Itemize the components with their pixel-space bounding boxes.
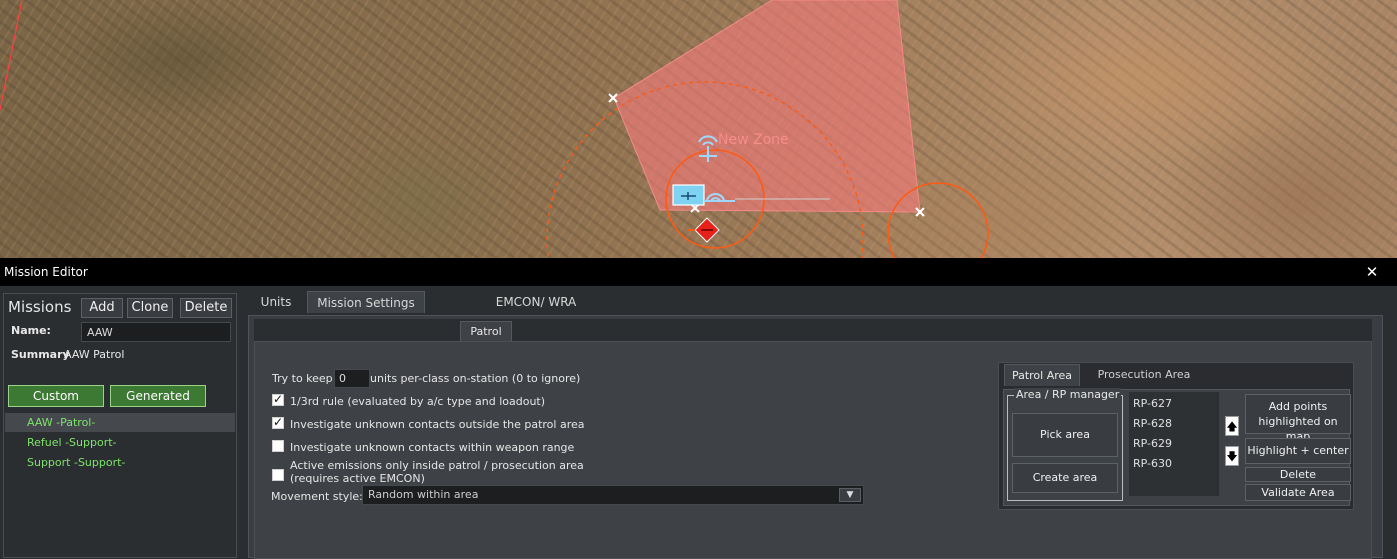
arrow-up-icon[interactable]: 🡅 [1225, 416, 1239, 436]
name-label: Name: [11, 324, 51, 337]
patrol-area-content: Area / RP manager Pick area Create area … [1003, 388, 1351, 506]
tab-emcon-wra[interactable]: EMCON/ WRA [487, 291, 585, 313]
mission-settings-panel: Patrol Try to keep units per-class on-st… [248, 315, 1383, 559]
checkbox-label: 1/3rd rule (evaluated by a/c type and lo… [290, 395, 546, 408]
patrol-settings: Try to keep units per-class on-station (… [254, 341, 1372, 559]
summary-value: AAW Patrol [64, 348, 125, 361]
mission-list-item[interactable]: Support -Support- [5, 453, 235, 472]
rp-list-item[interactable]: RP-628 [1129, 414, 1219, 434]
delete-mission-button[interactable]: Delete [180, 298, 232, 318]
validate-area-button[interactable]: Validate Area [1245, 484, 1351, 501]
title-bar: Mission Editor ✕ [0, 258, 1397, 286]
investigate-weapon-range-checkbox[interactable] [272, 440, 284, 452]
rp-list-item[interactable]: RP-629 [1129, 434, 1219, 454]
mission-list-item[interactable]: Refuel -Support- [5, 433, 235, 452]
movement-style-label: Movement style: [271, 490, 363, 503]
keep-prefix-label: Try to keep [272, 372, 333, 385]
add-mission-button[interactable]: Add [81, 298, 123, 318]
close-icon[interactable]: ✕ [1362, 262, 1382, 282]
active-emissions-checkbox[interactable] [272, 469, 284, 481]
inner-tab-strip: Patrol [254, 319, 1372, 341]
units-on-station-field[interactable] [334, 369, 370, 388]
generated-filter-button[interactable]: Generated [110, 385, 206, 407]
movement-style-value: Random within area [368, 488, 479, 501]
clone-mission-button[interactable]: Clone [127, 298, 173, 318]
missions-panel: Missions Add Clone Delete Name: Summary … [3, 293, 237, 558]
movement-style-select[interactable]: Random within area ▼ [362, 485, 864, 505]
rp-manager-group: Area / RP manager Pick area Create area [1007, 388, 1123, 501]
tab-mission-settings[interactable]: Mission Settings [307, 291, 425, 313]
boundary-line [0, 0, 23, 111]
tab-units[interactable]: Units [251, 291, 301, 313]
pick-area-button[interactable]: Pick area [1012, 413, 1118, 457]
delete-point-button[interactable]: Delete [1245, 467, 1351, 482]
tactical-map[interactable]: New Zone [0, 0, 1397, 258]
window-title: Mission Editor [4, 265, 88, 279]
missions-header: Missions [8, 298, 72, 316]
summary-label: Summary [11, 348, 70, 361]
editor-tab-strip: Units Mission Settings EMCON/ WRA [243, 291, 1393, 314]
checkbox-label: Active emissions only inside patrol / pr… [290, 459, 584, 472]
checkbox-label-line2: (requires active EMCON) [290, 472, 425, 485]
tab-prosecution-area[interactable]: Prosecution Area [1089, 364, 1199, 386]
area-manager-box: Patrol Area Prosecution Area Area / RP m… [998, 362, 1354, 510]
tab-patrol-area[interactable]: Patrol Area [1004, 364, 1080, 386]
rp-list: RP-627 RP-628 RP-629 RP-630 [1129, 392, 1219, 496]
mission-name-field[interactable] [81, 322, 231, 342]
investigate-outside-checkbox[interactable] [272, 415, 284, 429]
highlight-center-button[interactable]: Highlight + center [1245, 438, 1351, 464]
zone-label: New Zone [718, 132, 789, 148]
checkbox-label: Investigate unknown contacts within weap… [290, 441, 575, 454]
rp-manager-legend: Area / RP manager [1014, 388, 1122, 401]
keep-suffix-label: units per-class on-station (0 to ignore) [370, 372, 581, 385]
one-third-rule-checkbox[interactable] [272, 392, 284, 406]
tab-patrol[interactable]: Patrol [460, 321, 512, 341]
rp-list-item[interactable]: RP-627 [1129, 394, 1219, 414]
map-overlay [0, 0, 989, 258]
mission-list-item[interactable]: AAW -Patrol- [5, 413, 235, 432]
custom-filter-button[interactable]: Custom [8, 385, 104, 407]
chevron-down-icon[interactable]: ▼ [839, 488, 861, 502]
checkbox-label: Investigate unknown contacts outside the… [290, 418, 585, 431]
arrow-down-icon[interactable]: 🡇 [1225, 446, 1239, 466]
patrol-zone-polygon[interactable] [613, 0, 921, 213]
mission-editor-window: Mission Editor ✕ Missions Add Clone Dele… [0, 258, 1397, 559]
create-area-button[interactable]: Create area [1012, 463, 1118, 493]
rp-list-item[interactable]: RP-630 [1129, 454, 1219, 474]
add-points-button[interactable]: Add points highlighted on map [1245, 394, 1351, 443]
